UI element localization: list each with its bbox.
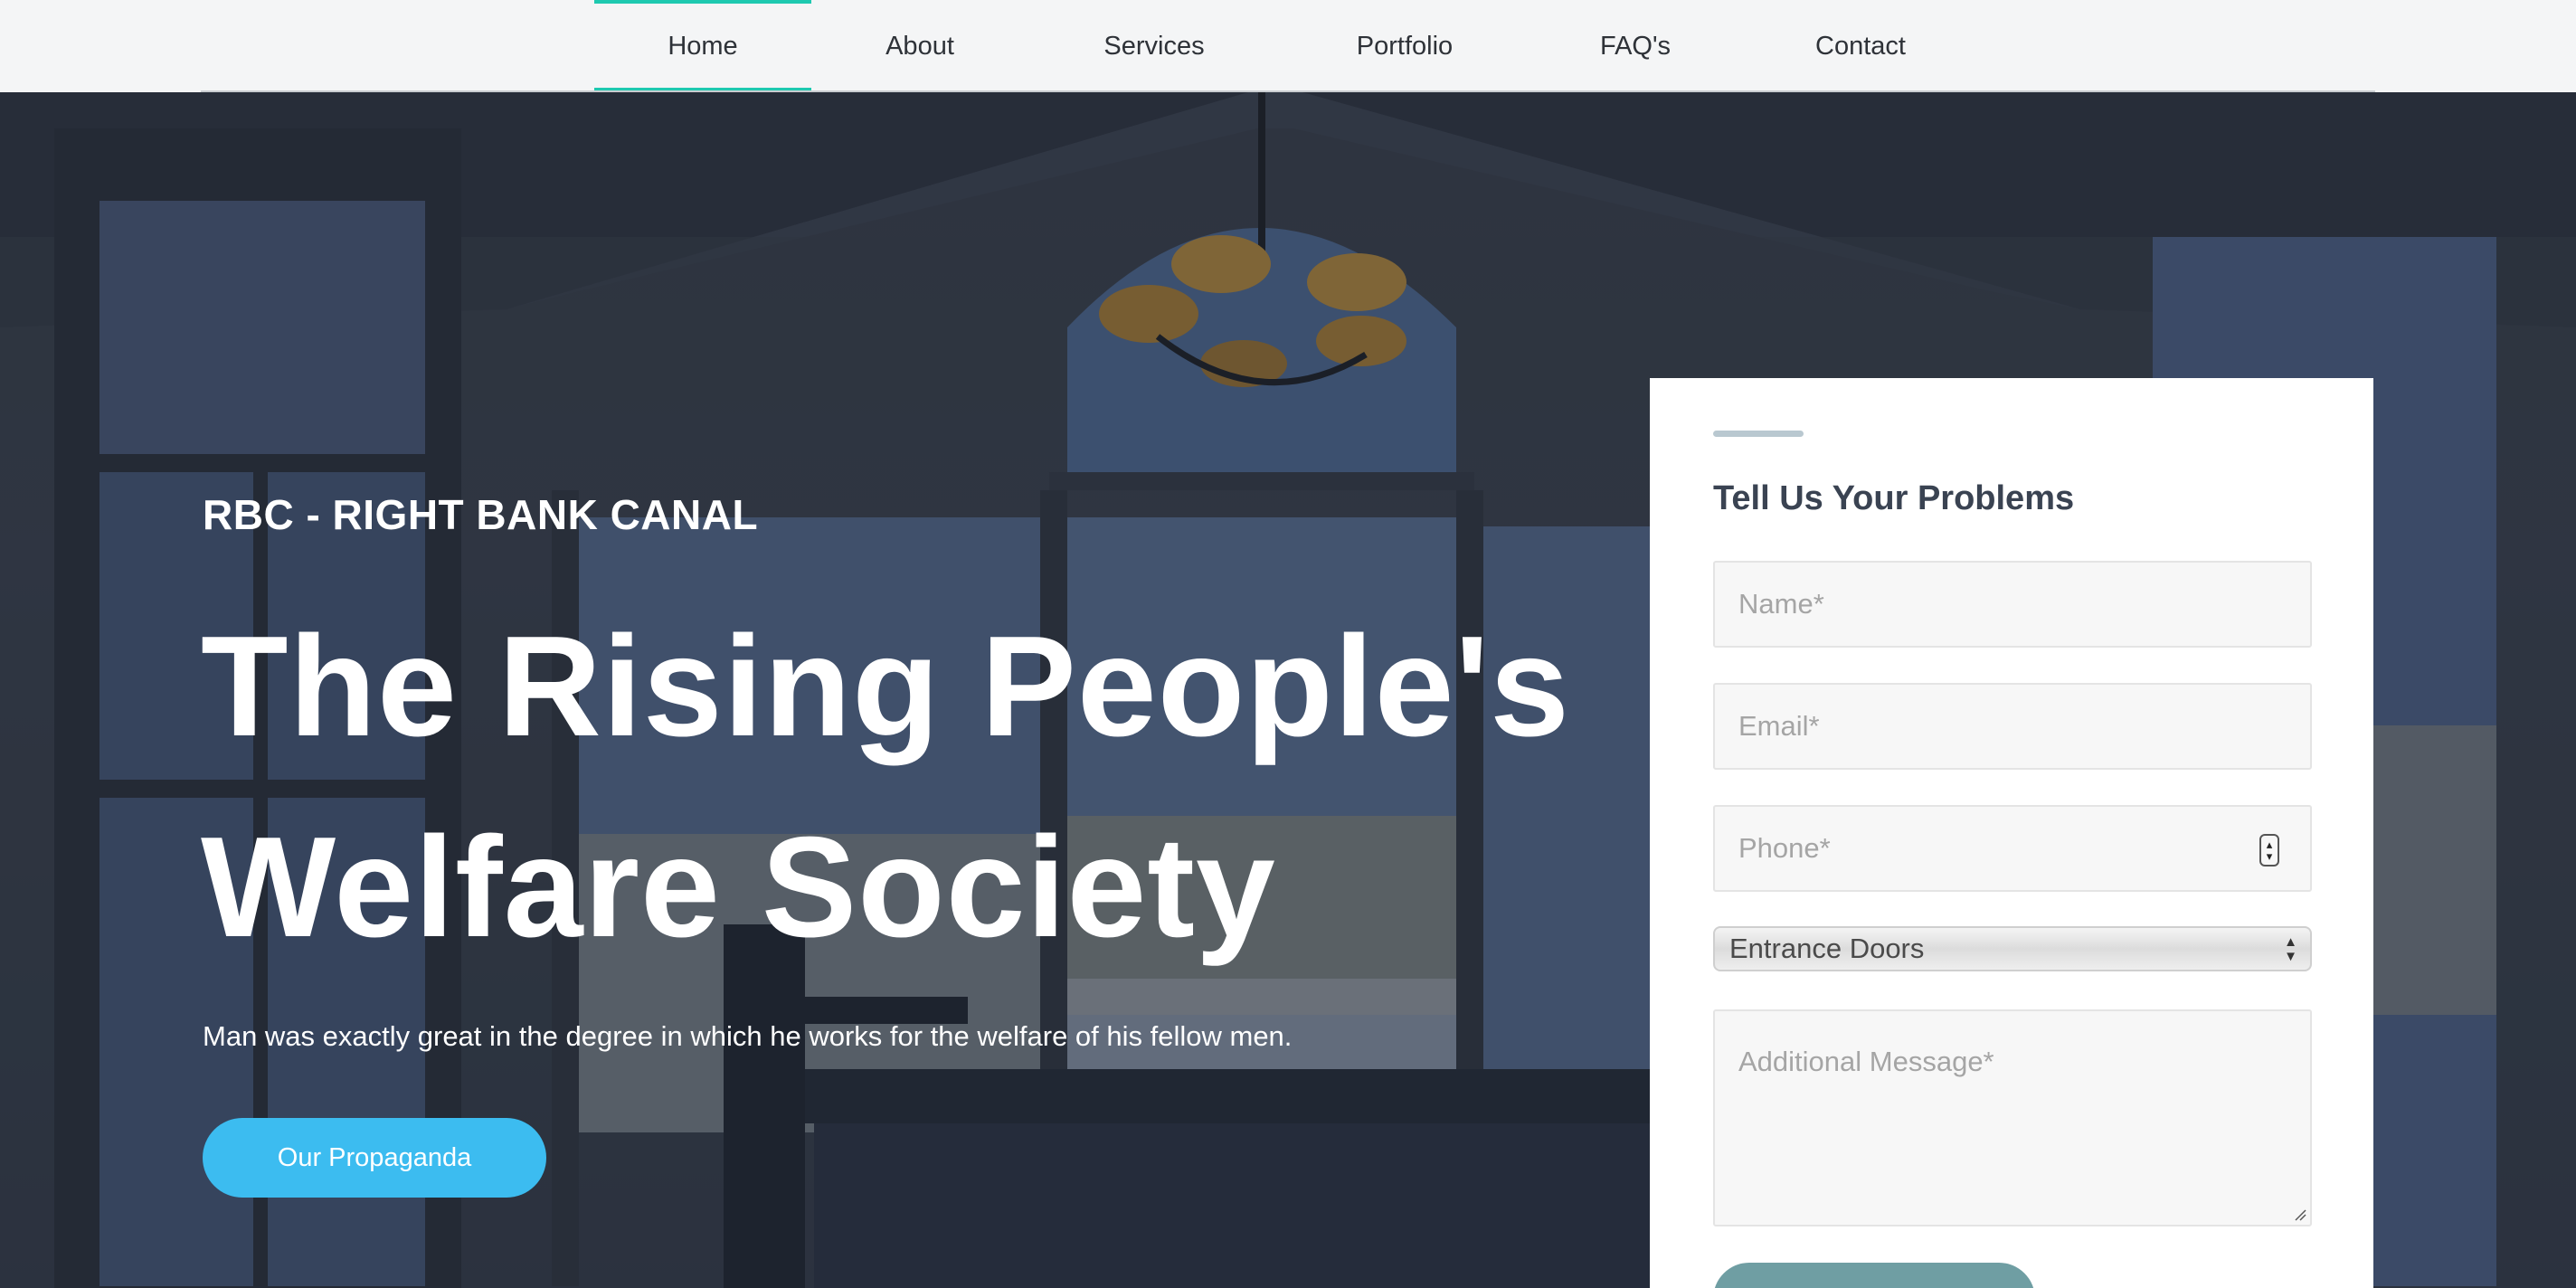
- message-placeholder: Additional Message*: [1738, 1046, 1994, 1077]
- phone-placeholder: Phone*: [1738, 832, 1831, 864]
- nav-label: Home: [668, 31, 738, 61]
- problem-form-card: Tell Us Your Problems Name* Email* Phone…: [1650, 378, 2373, 1288]
- hero-headline: The Rising People's Welfare Society: [201, 586, 1612, 988]
- nav-item-faqs[interactable]: FAQ's: [1530, 0, 1741, 92]
- hero-kicker: RBC - RIGHT BANK CANAL: [203, 491, 759, 538]
- top-navbar: Home About Services Portfolio FAQ's Cont…: [0, 0, 2576, 92]
- service-select[interactable]: Entrance Doors ▲ ▼: [1713, 926, 2312, 971]
- select-arrows-icon: ▲ ▼: [2284, 934, 2297, 964]
- nav-divider: [201, 90, 2375, 92]
- headline-line-2: Welfare Society: [201, 808, 1276, 967]
- main-nav: Home About Services Portfolio FAQ's Cont…: [594, 0, 1980, 92]
- nav-item-about[interactable]: About: [811, 0, 1028, 92]
- cta-label: Our Propaganda: [277, 1142, 472, 1172]
- headline-line-1: The Rising People's: [201, 607, 1570, 766]
- name-input[interactable]: Name*: [1713, 561, 2312, 648]
- email-placeholder: Email*: [1738, 710, 1820, 742]
- nav-item-services[interactable]: Services: [1028, 0, 1280, 92]
- nav-label: Contact: [1815, 31, 1906, 61]
- nav-item-portfolio[interactable]: Portfolio: [1280, 0, 1530, 92]
- nav-label: About: [886, 31, 954, 61]
- nav-item-home[interactable]: Home: [594, 0, 811, 92]
- select-value: Entrance Doors: [1729, 933, 1925, 964]
- nav-label: FAQ's: [1599, 31, 1672, 61]
- nav-item-contact[interactable]: Contact: [1741, 0, 1980, 92]
- nav-label: Services: [1103, 31, 1205, 61]
- hero-lead-text: Man was exactly great in the degree in w…: [203, 1020, 1293, 1052]
- submit-button[interactable]: [1713, 1263, 2035, 1288]
- phone-stepper-icon[interactable]: ▴ ▾: [2259, 834, 2279, 867]
- our-propaganda-button[interactable]: Our Propaganda: [203, 1118, 546, 1198]
- form-title: Tell Us Your Problems: [1713, 479, 2075, 517]
- message-textarea[interactable]: Additional Message*: [1713, 1009, 2312, 1226]
- nav-label: Portfolio: [1356, 31, 1454, 61]
- resize-handle-icon[interactable]: [2294, 1208, 2306, 1221]
- card-accent-bar: [1713, 431, 1804, 437]
- phone-input[interactable]: Phone* ▴ ▾: [1713, 805, 2312, 892]
- email-input[interactable]: Email*: [1713, 683, 2312, 770]
- name-placeholder: Name*: [1738, 588, 1824, 620]
